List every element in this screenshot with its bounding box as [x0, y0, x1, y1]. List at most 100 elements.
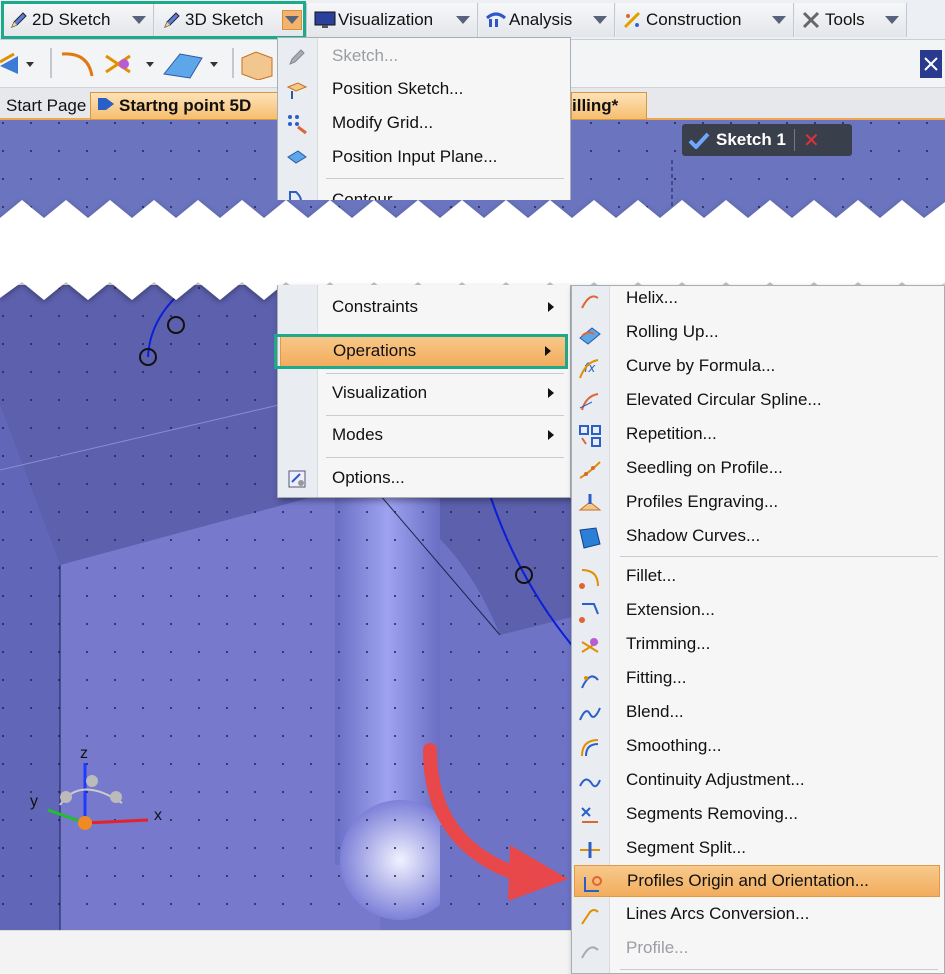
tab-dropdown-button[interactable] — [590, 10, 610, 30]
tab-label: Visualization — [338, 10, 434, 29]
menu-item-modes[interactable]: Modes — [278, 419, 570, 451]
box-tool-button[interactable] — [238, 48, 278, 81]
close-panel-icon[interactable] — [918, 48, 944, 80]
menu-item-sketch[interactable]: Sketch... — [278, 40, 570, 72]
menu-item-modify-grid[interactable]: Modify Grid... — [278, 107, 570, 139]
submenu-arrow-icon — [548, 430, 554, 440]
menu-item-fillet[interactable]: Fillet... — [572, 561, 944, 593]
menu-item-segment-split[interactable]: Segment Split... — [572, 833, 944, 865]
repetition-icon — [578, 424, 602, 448]
tab-tools[interactable]: Tools — [795, 3, 907, 37]
sketch-plane-tool-button[interactable] — [0, 48, 36, 80]
menu-item-trimming[interactable]: Trimming... — [572, 629, 944, 661]
menu-item-shadow-curves[interactable]: Shadow Curves... — [572, 521, 944, 553]
menu-item-visualization[interactable]: Visualization — [278, 377, 570, 409]
tab-dropdown-button[interactable] — [282, 10, 302, 30]
tab-dropdown-button[interactable] — [453, 10, 473, 30]
axis-label-x: x — [154, 807, 162, 824]
operations-submenu: Helix... Rolling Up... fx Curve by Formu… — [571, 285, 945, 974]
tab-analysis[interactable]: Analysis — [479, 3, 615, 37]
rolling-up-icon — [578, 322, 602, 346]
tools-icon — [801, 9, 823, 31]
menu-item-constraints[interactable]: Constraints — [278, 291, 570, 323]
menu-item-repetition[interactable]: Repetition... — [572, 419, 944, 451]
fitting-icon — [578, 668, 602, 692]
checkmark-icon[interactable] — [682, 131, 716, 149]
menu-item-segments-removing[interactable]: Segments Removing... — [572, 799, 944, 831]
tab-3d-sketch[interactable]: 3D Sketch — [155, 3, 307, 37]
menu-item-lines-arcs-conversion[interactable]: Lines Arcs Conversion... — [572, 899, 944, 931]
tab-label: Analysis — [509, 10, 573, 29]
extension-icon — [578, 600, 602, 624]
continuity-icon — [578, 770, 602, 794]
axis-label-y: y — [30, 793, 38, 810]
seedling-icon — [578, 458, 602, 482]
status-strip — [0, 930, 580, 974]
toolbar-separator — [232, 48, 234, 78]
document-icon — [97, 96, 115, 117]
menu-item-position-sketch[interactable]: Position Sketch... — [278, 73, 570, 105]
menu-item-fitting[interactable]: Fitting... — [572, 663, 944, 695]
menu-item-profile[interactable]: Profile... — [572, 933, 944, 965]
submenu-arrow-icon — [548, 388, 554, 398]
context-menu-3d-sketch: Sketch... Position Sketch... Modify Grid… — [277, 37, 571, 200]
tab-other-document[interactable]: illing* — [571, 92, 647, 120]
spline-icon — [578, 390, 602, 414]
trimming-icon — [578, 634, 602, 658]
tab-label: illing* — [572, 96, 619, 115]
ribbon-bar: 2D Sketch 3D Sketch Visualization Analys… — [0, 0, 945, 40]
options-icon — [286, 468, 308, 490]
menu-item-smoothing[interactable]: Smoothing... — [572, 731, 944, 763]
menu-item-curve-by-formula[interactable]: fx Curve by Formula... — [572, 351, 944, 383]
tab-label: Tools — [825, 10, 865, 29]
sketch-indicator[interactable]: Sketch 1 ✕ — [682, 124, 852, 156]
menu-item-options[interactable]: Options... — [278, 462, 570, 494]
menu-item-seedling-on-profile[interactable]: Seedling on Profile... — [572, 453, 944, 485]
tab-visualization[interactable]: Visualization — [308, 3, 478, 37]
construction-icon — [622, 9, 644, 31]
menu-item-extension[interactable]: Extension... — [572, 595, 944, 627]
tab-construction[interactable]: Construction — [616, 3, 794, 37]
sketch-name: Sketch 1 — [716, 130, 786, 149]
smoothing-icon — [578, 736, 602, 760]
contour-icon — [286, 190, 308, 200]
menu-item-continuity-adjustment[interactable]: Continuity Adjustment... — [572, 765, 944, 797]
tab-2d-sketch[interactable]: 2D Sketch — [2, 3, 154, 37]
submenu-arrow-icon — [548, 302, 554, 312]
menu-item-operations[interactable]: Operations — [280, 334, 568, 367]
pencil-icon — [161, 9, 183, 31]
menu-item-profiles-engraving[interactable]: Profiles Engraving... — [572, 487, 944, 519]
tab-start-page[interactable]: Start Page — [0, 92, 92, 120]
tab-dropdown-button[interactable] — [769, 10, 789, 30]
menu-item-helix[interactable]: Helix... — [572, 283, 944, 315]
grid-icon — [286, 113, 308, 135]
pencil-icon — [8, 9, 30, 31]
tab-label: 3D Sketch — [185, 10, 264, 29]
analysis-icon — [485, 9, 507, 31]
tab-active-document[interactable]: Startng point 5D — [90, 92, 280, 120]
menu-item-rolling-up[interactable]: Rolling Up... — [572, 317, 944, 349]
formula-icon: fx — [578, 356, 602, 380]
engraving-icon — [578, 492, 602, 516]
segments-removing-icon — [578, 804, 602, 828]
menu-item-blend[interactable]: Blend... — [572, 697, 944, 729]
menu-item-contour[interactable]: Contour... — [278, 184, 570, 200]
arc-tool-button[interactable] — [58, 48, 98, 80]
blend-icon — [578, 702, 602, 726]
menu-item-elevated-circular-spline[interactable]: Elevated Circular Spline... — [572, 385, 944, 417]
close-sketch-icon[interactable]: ✕ — [803, 128, 820, 153]
tab-label: Construction — [646, 10, 742, 29]
profiles-origin-icon — [581, 871, 605, 895]
tab-dropdown-button[interactable] — [129, 10, 149, 30]
input-plane-icon — [286, 147, 308, 169]
position-sketch-icon — [286, 79, 308, 101]
tab-label: 2D Sketch — [32, 10, 111, 29]
tab-label: Startng point 5D — [119, 96, 252, 115]
menu-item-position-input-plane[interactable]: Position Input Plane... — [278, 141, 570, 173]
menu-item-profiles-origin-and-orientation[interactable]: Profiles Origin and Orientation... — [574, 865, 940, 897]
trim-tool-button[interactable] — [100, 48, 156, 80]
context-menu-3d-sketch-lower: Constraints Operations Visualization Mod… — [277, 285, 571, 498]
lines-arcs-icon — [578, 904, 602, 928]
tab-dropdown-button[interactable] — [882, 10, 902, 30]
surface-tool-button[interactable] — [160, 48, 220, 80]
